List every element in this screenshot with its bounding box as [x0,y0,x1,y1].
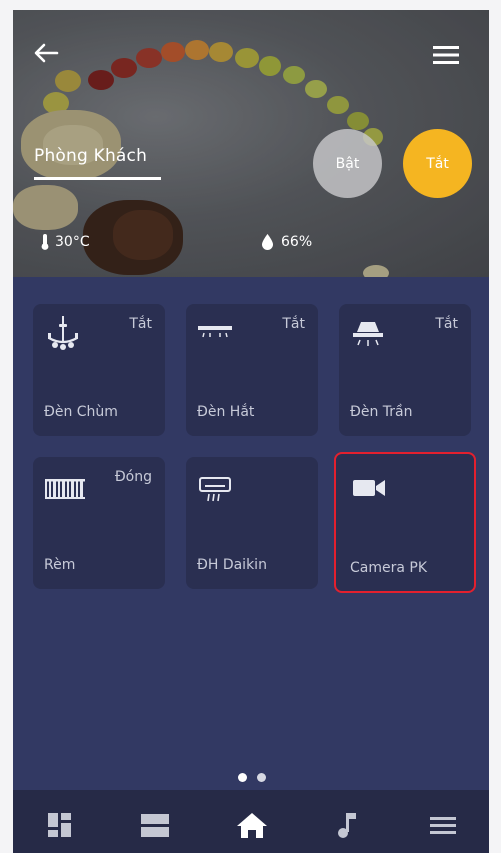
chandelier-icon [45,316,81,352]
app-screen: Phòng Khách Bật Tắt 30°C 66% Tắt Đèn Chù… [13,10,489,853]
device-label: ĐH Daikin [197,557,267,573]
humidity-readout: 66% [262,234,312,250]
turn-off-button[interactable]: Tắt [403,129,472,198]
dashboard-icon[interactable] [46,811,76,839]
device-card-curtain[interactable]: Đóng Rèm [33,457,165,589]
room-header: Phòng Khách Bật Tắt 30°C 66% [13,10,489,277]
page-dot-active[interactable] [238,773,247,782]
cove-light-icon [198,316,234,352]
home-icon[interactable] [235,811,269,839]
device-status: Đóng [114,469,152,485]
device-label: Đèn Chùm [44,404,118,420]
menu-icon[interactable] [429,811,459,839]
device-card-chandelier[interactable]: Tắt Đèn Chùm [33,304,165,436]
water-drop-icon [262,234,273,250]
device-status: Tắt [129,316,152,332]
device-label: Đèn Trần [350,404,413,420]
device-status: Tắt [282,316,305,332]
device-card-cove-light[interactable]: Tắt Đèn Hắt [186,304,318,436]
ceiling-light-icon [351,316,387,352]
temperature-readout: 30°C [41,234,90,250]
device-label: Đèn Hắt [197,404,255,420]
air-conditioner-icon [198,469,234,505]
curtain-icon [45,469,85,505]
turn-on-button[interactable]: Bật [313,129,382,198]
back-arrow-icon[interactable] [33,42,59,64]
thermometer-icon [41,234,49,250]
device-card-air-conditioner[interactable]: ĐH Daikin [186,457,318,589]
device-status: Tắt [435,316,458,332]
device-card-camera[interactable]: Camera PK [334,452,476,593]
music-icon[interactable] [335,811,365,839]
camera-icon [352,469,388,505]
room-title-underline [34,177,161,180]
temperature-value: 30°C [55,234,90,250]
device-label: Camera PK [350,560,428,576]
bottom-navigation [13,790,489,853]
device-card-ceiling-light[interactable]: Tắt Đèn Trần [339,304,471,436]
device-label: Rèm [44,557,76,573]
humidity-value: 66% [281,234,313,250]
hamburger-menu-icon[interactable] [433,45,459,65]
page-dot[interactable] [257,773,266,782]
list-view-icon[interactable] [140,811,170,839]
room-title: Phòng Khách [34,146,148,166]
